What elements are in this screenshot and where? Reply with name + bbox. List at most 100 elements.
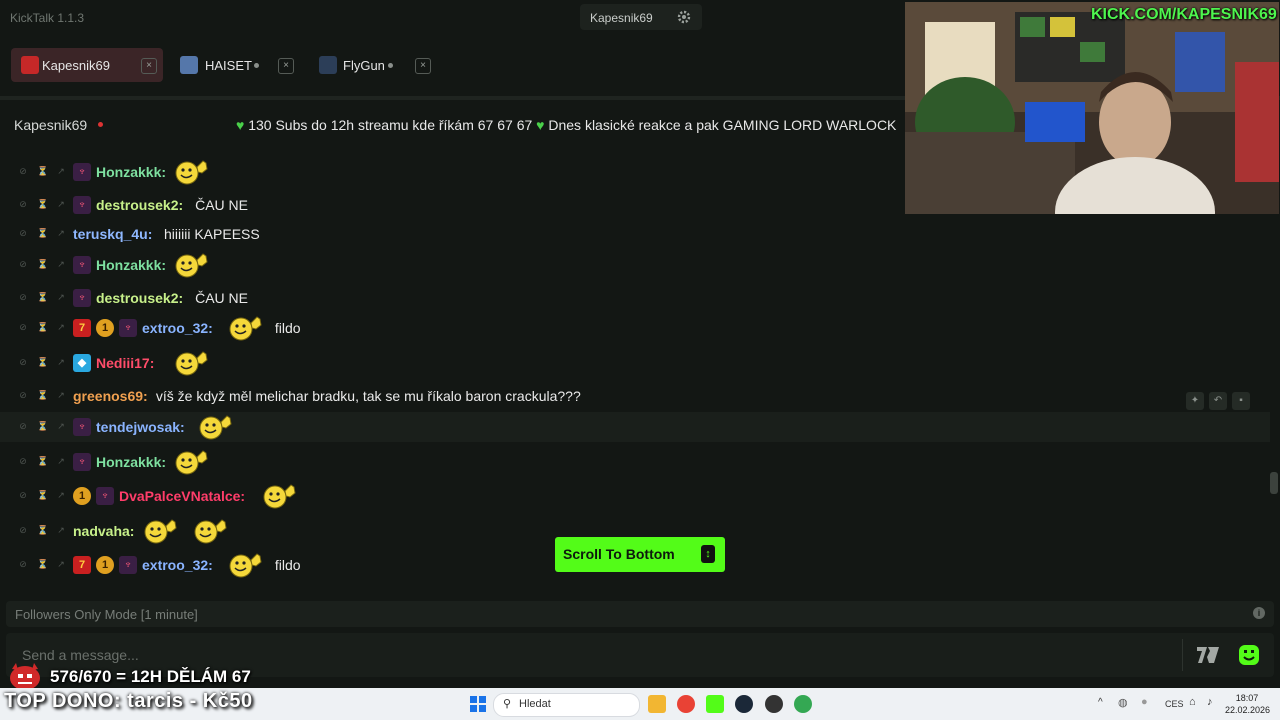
timeout-icon[interactable]: ⏳ (37, 259, 48, 269)
ban-icon[interactable]: ⊘ (18, 357, 28, 367)
chat-message[interactable]: ⊘ ⏳ ↗ ♆ Honzakkk: (0, 447, 1270, 477)
close-icon[interactable]: × (415, 58, 431, 74)
ban-icon[interactable]: ⊘ (18, 322, 28, 332)
unban-icon[interactable]: ↗ (56, 259, 66, 269)
unban-icon[interactable]: ↗ (56, 166, 66, 176)
unban-icon[interactable]: ↗ (56, 525, 66, 535)
tray-app-icon[interactable]: ◍ (1118, 696, 1128, 709)
timeout-icon[interactable]: ⏳ (37, 292, 48, 302)
emote-picker-icon[interactable] (1238, 644, 1260, 666)
close-icon[interactable]: × (278, 58, 294, 74)
chat-username[interactable]: teruskq_4u: (73, 226, 152, 242)
timeout-icon[interactable]: ⏳ (37, 199, 48, 209)
timeout-icon[interactable]: ⏳ (37, 559, 48, 569)
chevron-up-icon[interactable]: ^ (1098, 697, 1103, 708)
timeout-icon[interactable]: ⏳ (37, 490, 48, 500)
steam-icon[interactable] (735, 695, 753, 713)
channel-avatar (180, 56, 198, 74)
unban-icon[interactable]: ↗ (56, 199, 66, 209)
chat-username[interactable]: Honzakkk: (96, 164, 166, 180)
tab-haiset[interactable]: HAISET × (170, 48, 300, 82)
chat-username[interactable]: Honzakkk: (96, 454, 166, 470)
pin-icon[interactable]: ✦ (1186, 392, 1204, 410)
chat-message[interactable]: ⊘ ⏳ ↗ ♆ destrousek2: ČAU NE (0, 283, 1270, 313)
unban-icon[interactable]: ↗ (56, 559, 66, 569)
info-icon[interactable]: i (1253, 607, 1265, 619)
chat-message[interactable]: ⊘ ⏳ ↗ ♆ Honzakkk: (0, 250, 1270, 280)
chrome-profile-icon[interactable] (794, 695, 812, 713)
chat-username[interactable]: greenos69: (73, 388, 148, 404)
unban-icon[interactable]: ↗ (56, 322, 66, 332)
chat-username[interactable]: destrousek2: (96, 197, 183, 213)
chat-username[interactable]: nadvaha: (73, 523, 134, 539)
chat-username[interactable]: DvaPalceVNatalce: (119, 488, 245, 504)
windows-start-icon[interactable] (469, 695, 487, 713)
ban-icon[interactable]: ⊘ (18, 490, 28, 500)
ban-icon[interactable]: ⊘ (18, 421, 28, 431)
chat-username[interactable]: extroo_32: (142, 557, 213, 573)
chat-message[interactable]: ⊘ ⏳ ↗ greenos69: víš že když měl melichar br… (0, 381, 1270, 411)
delete-icon[interactable]: ▪ (1232, 392, 1250, 410)
chat-username[interactable]: Nediii17: (96, 355, 154, 371)
keyboard-language[interactable]: CES (1165, 699, 1184, 709)
network-icon[interactable]: ⌂ (1189, 696, 1196, 708)
file-explorer-icon[interactable] (648, 695, 666, 713)
wave-emote-icon (199, 415, 232, 440)
unban-icon[interactable]: ↗ (56, 390, 66, 400)
unban-icon[interactable]: ↗ (56, 292, 66, 302)
ban-icon[interactable]: ⊘ (18, 292, 28, 302)
ban-icon[interactable]: ⊘ (18, 259, 28, 269)
microphone-icon[interactable]: ● (1141, 696, 1148, 708)
ban-icon[interactable]: ⊘ (18, 199, 28, 209)
red-badge-icon: 7 (73, 556, 91, 574)
reply-icon[interactable]: ↶ (1209, 392, 1227, 410)
scroll-to-bottom-button[interactable]: Scroll To Bottom ↕ (555, 537, 725, 572)
chat-username[interactable]: Honzakkk: (96, 257, 166, 273)
tab-flygun[interactable]: FlyGun × (309, 48, 434, 82)
arrows-vertical-icon: ↕ (701, 545, 715, 563)
unban-icon[interactable]: ↗ (56, 490, 66, 500)
timeout-icon[interactable]: ⏳ (37, 421, 48, 431)
ban-icon[interactable]: ⊘ (18, 559, 28, 569)
timeout-icon[interactable]: ⏳ (37, 166, 48, 176)
unban-icon[interactable]: ↗ (56, 357, 66, 367)
seventv-emote-icon[interactable] (1195, 643, 1221, 667)
chat-message[interactable]: ⊘ ⏳ ↗ 1 ♆ DvaPalceVNatalce: (0, 481, 1270, 511)
unban-icon[interactable]: ↗ (56, 228, 66, 238)
clock-time[interactable]: 18:07 (1229, 693, 1265, 703)
clock-date[interactable]: 22.02.2026 (1225, 705, 1270, 715)
timeout-icon[interactable]: ⏳ (37, 322, 48, 332)
timeout-icon[interactable]: ⏳ (37, 228, 48, 238)
kick-app-icon[interactable] (706, 695, 724, 713)
wave-emote-icon (229, 316, 262, 341)
volume-icon[interactable]: ♪ (1207, 696, 1213, 708)
ban-icon[interactable]: ⊘ (18, 228, 28, 238)
chrome-icon[interactable] (677, 695, 695, 713)
timeout-icon[interactable]: ⏳ (37, 525, 48, 535)
ban-icon[interactable]: ⊘ (18, 525, 28, 535)
scrollbar-thumb[interactable] (1270, 472, 1278, 494)
ban-icon[interactable]: ⊘ (18, 390, 28, 400)
timeout-icon[interactable]: ⏳ (37, 390, 48, 400)
ban-icon[interactable]: ⊘ (18, 456, 28, 466)
chat-username[interactable]: destrousek2: (96, 290, 183, 306)
unban-icon[interactable]: ↗ (56, 456, 66, 466)
chat-username[interactable]: tendejwosak: (96, 419, 185, 435)
chat-message[interactable]: ⊘ ⏳ ↗ teruskq_4u: hiiiiii KAPEESS (0, 219, 1270, 249)
chat-message[interactable]: ⊘ ⏳ ↗ ♆ tendejwosak: ✦ ↶ ▪ (0, 392, 1270, 442)
unban-icon[interactable]: ↗ (56, 421, 66, 431)
chat-message[interactable]: ⊘ ⏳ ↗ ◆ Nediii17: (0, 348, 1270, 378)
chat-message[interactable]: ⊘ ⏳ ↗ 7 1 ♆ extroo_32: fildo (0, 313, 1270, 343)
tab-kapesnik69[interactable]: Kapesnik69 × (11, 48, 163, 82)
obs-icon[interactable] (765, 695, 783, 713)
timeout-icon[interactable]: ⏳ (37, 456, 48, 466)
chat-username[interactable]: extroo_32: (142, 320, 213, 336)
search-icon: ⚲ (503, 698, 512, 710)
close-icon[interactable]: × (141, 58, 157, 74)
user-menu-button[interactable]: Kapesnik69 (580, 4, 702, 30)
taskbar-search[interactable]: ⚲ Hledat (493, 693, 640, 717)
gear-icon[interactable] (676, 9, 692, 25)
tab-label: FlyGun (343, 58, 385, 73)
ban-icon[interactable]: ⊘ (18, 166, 28, 176)
timeout-icon[interactable]: ⏳ (37, 357, 48, 367)
